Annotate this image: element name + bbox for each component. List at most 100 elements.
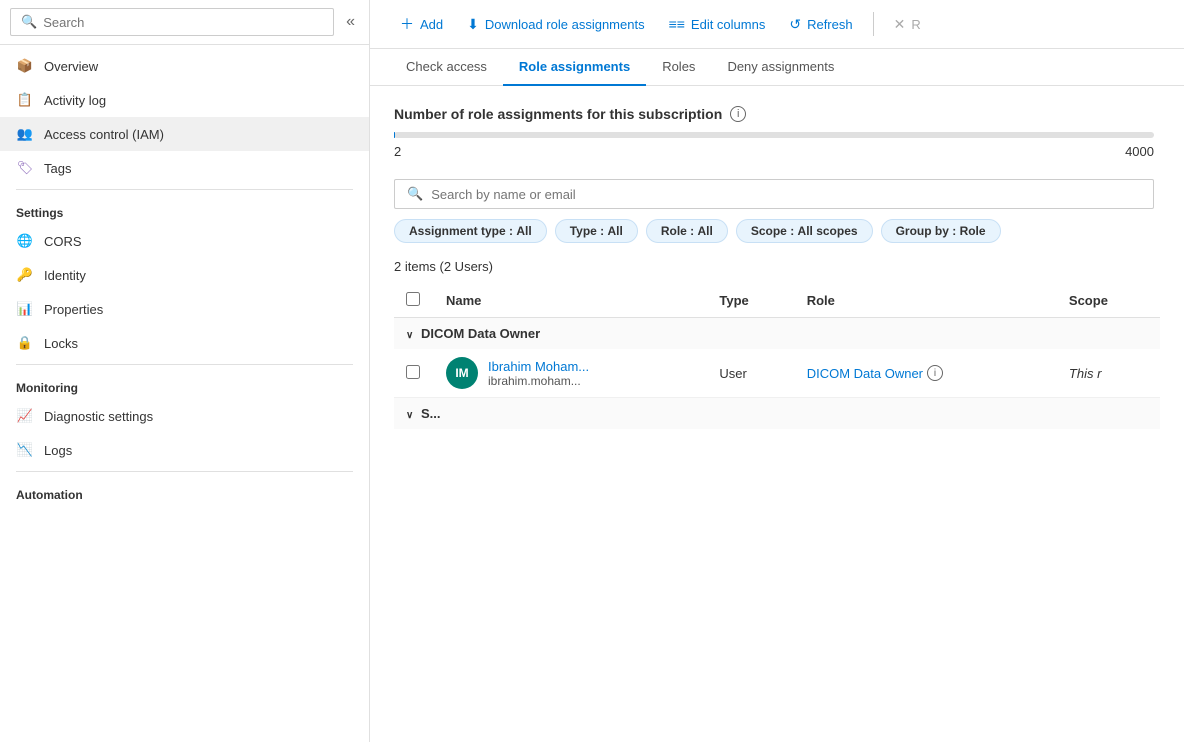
edit-columns-button[interactable]: ≡≡ Edit columns (659, 10, 776, 38)
sidebar-item-label-tags: Tags (44, 161, 71, 176)
sidebar-item-label-logs: Logs (44, 443, 72, 458)
sidebar-item-logs[interactable]: 📉 Logs (0, 433, 369, 467)
content-area: Number of role assignments for this subs… (370, 86, 1184, 742)
sidebar-item-diagnostic-settings[interactable]: 📈 Diagnostic settings (0, 399, 369, 433)
filter-chip-scope-value: All scopes (798, 224, 858, 238)
search-filter-row: 🔍 (394, 179, 1160, 209)
group-row-dicom-data-owner: ∨ DICOM Data Owner (394, 318, 1160, 350)
tab-role-assignments-label: Role assignments (519, 59, 630, 74)
collapse-sidebar-button[interactable]: « (342, 9, 359, 35)
add-button[interactable]: ＋ Add (390, 8, 453, 40)
add-icon: ＋ (400, 14, 414, 34)
filter-chip-assignment-type[interactable]: Assignment type : All (394, 219, 547, 243)
sidebar-item-tags[interactable]: 🏷 Tags (0, 151, 369, 185)
sidebar-search-area: 🔍 « (0, 0, 369, 45)
tab-roles-label: Roles (662, 59, 695, 74)
diagnostic-icon: 📈 (16, 407, 34, 425)
sidebar-item-label-identity: Identity (44, 268, 86, 283)
scope-value: This r (1069, 366, 1102, 381)
filter-chip-group-by[interactable]: Group by : Role (881, 219, 1001, 243)
user-name-link[interactable]: Ibrahim Moham... (488, 359, 589, 374)
tab-check-access-label: Check access (406, 59, 487, 74)
filter-chip-role[interactable]: Role : All (646, 219, 728, 243)
tab-deny-assignments[interactable]: Deny assignments (711, 49, 850, 86)
edit-columns-icon: ≡≡ (669, 16, 685, 32)
filter-chip-scope-label: Scope : All scopes (751, 224, 858, 238)
activity-log-icon: 📋 (16, 91, 34, 109)
sidebar-search-input[interactable] (43, 15, 323, 30)
row-checkbox-cell (394, 349, 434, 398)
sidebar-item-access-control[interactable]: 👥 Access control (IAM) (0, 117, 369, 151)
tab-check-access[interactable]: Check access (390, 49, 503, 86)
tab-roles[interactable]: Roles (646, 49, 711, 86)
avatar-initials: IM (455, 366, 468, 380)
row-role-cell: DICOM Data Owner i (795, 349, 1057, 398)
locks-icon: 🔒 (16, 334, 34, 352)
col-name[interactable]: Name (434, 284, 707, 318)
table-header: Name Type Role Scope (394, 284, 1160, 318)
sidebar-item-overview[interactable]: 📦 Overview (0, 49, 369, 83)
col-checkbox (394, 284, 434, 318)
group-chevron-icon[interactable]: ∨ (406, 330, 413, 341)
filter-chips: Assignment type : All Type : All Role : … (394, 219, 1160, 243)
group-row-s-label: ∨ S... (394, 398, 1160, 430)
sidebar-item-identity[interactable]: 🔑 Identity (0, 258, 369, 292)
monitoring-section-header: Monitoring (0, 369, 369, 399)
filter-chip-type-value: All (607, 224, 622, 238)
download-label: Download role assignments (485, 17, 645, 32)
group-s-chevron-icon[interactable]: ∨ (406, 410, 413, 421)
tab-bar: Check access Role assignments Roles Deny… (370, 49, 1184, 86)
settings-section-header: Settings (0, 194, 369, 224)
overview-icon: 📦 (16, 57, 34, 75)
filter-chip-type[interactable]: Type : All (555, 219, 638, 243)
current-count: 2 (394, 144, 401, 159)
download-button[interactable]: ⬇ Download role assignments (457, 10, 654, 39)
refresh-label: Refresh (807, 17, 853, 32)
sidebar-nav: 📦 Overview 📋 Activity log 👥 Access contr… (0, 45, 369, 742)
refresh-button[interactable]: ↺ Refresh (779, 10, 862, 39)
sidebar-item-label-cors: CORS (44, 234, 82, 249)
group-row-label: ∨ DICOM Data Owner (394, 318, 1160, 350)
add-label: Add (420, 17, 443, 32)
role-info-icon[interactable]: i (927, 365, 943, 381)
progress-bar-container (394, 132, 1154, 138)
sidebar-item-label-access-control: Access control (IAM) (44, 127, 164, 142)
filter-chip-group-by-value: Role (960, 224, 986, 238)
filter-chip-group-by-label: Group by : Role (896, 224, 986, 238)
user-cell: IM Ibrahim Moham... ibrahim.moham... (446, 357, 695, 389)
search-filter-field[interactable] (431, 187, 1141, 202)
sidebar-item-properties[interactable]: 📊 Properties (0, 292, 369, 326)
items-count: 2 items (2 Users) (394, 259, 1160, 274)
sidebar-item-cors[interactable]: 🌐 CORS (0, 224, 369, 258)
sidebar-item-activity-log[interactable]: 📋 Activity log (0, 83, 369, 117)
monitoring-divider (16, 364, 353, 365)
search-filter-input-box[interactable]: 🔍 (394, 179, 1154, 209)
select-all-checkbox[interactable] (406, 292, 420, 306)
remove-button[interactable]: ✕ R (884, 10, 931, 39)
tab-role-assignments[interactable]: Role assignments (503, 49, 646, 86)
avatar: IM (446, 357, 478, 389)
table-body: ∨ DICOM Data Owner IM (394, 318, 1160, 430)
cors-icon: 🌐 (16, 232, 34, 250)
sidebar-item-label-activity-log: Activity log (44, 93, 106, 108)
assignments-info-icon[interactable]: i (730, 106, 746, 122)
role-link[interactable]: DICOM Data Owner i (807, 365, 1045, 381)
remove-icon: ✕ (894, 16, 906, 33)
sidebar-item-locks[interactable]: 🔒 Locks (0, 326, 369, 360)
table-row: IM Ibrahim Moham... ibrahim.moham... Use… (394, 349, 1160, 398)
table-container: Name Type Role Scope ∨ DICOM Data Owner (394, 284, 1160, 429)
user-email: ibrahim.moham... (488, 374, 589, 388)
tab-deny-assignments-label: Deny assignments (727, 59, 834, 74)
col-role[interactable]: Role (795, 284, 1057, 318)
automation-section-header: Automation (0, 476, 369, 506)
filter-chip-scope[interactable]: Scope : All scopes (736, 219, 873, 243)
col-scope[interactable]: Scope (1057, 284, 1160, 318)
automation-divider (16, 471, 353, 472)
role-assignments-table: Name Type Role Scope ∨ DICOM Data Owner (394, 284, 1160, 429)
col-type[interactable]: Type (707, 284, 794, 318)
properties-icon: 📊 (16, 300, 34, 318)
sidebar-item-label-diagnostic: Diagnostic settings (44, 409, 153, 424)
row-checkbox[interactable] (406, 365, 420, 379)
sidebar-item-label-properties: Properties (44, 302, 103, 317)
sidebar-search-box[interactable]: 🔍 (10, 8, 334, 36)
